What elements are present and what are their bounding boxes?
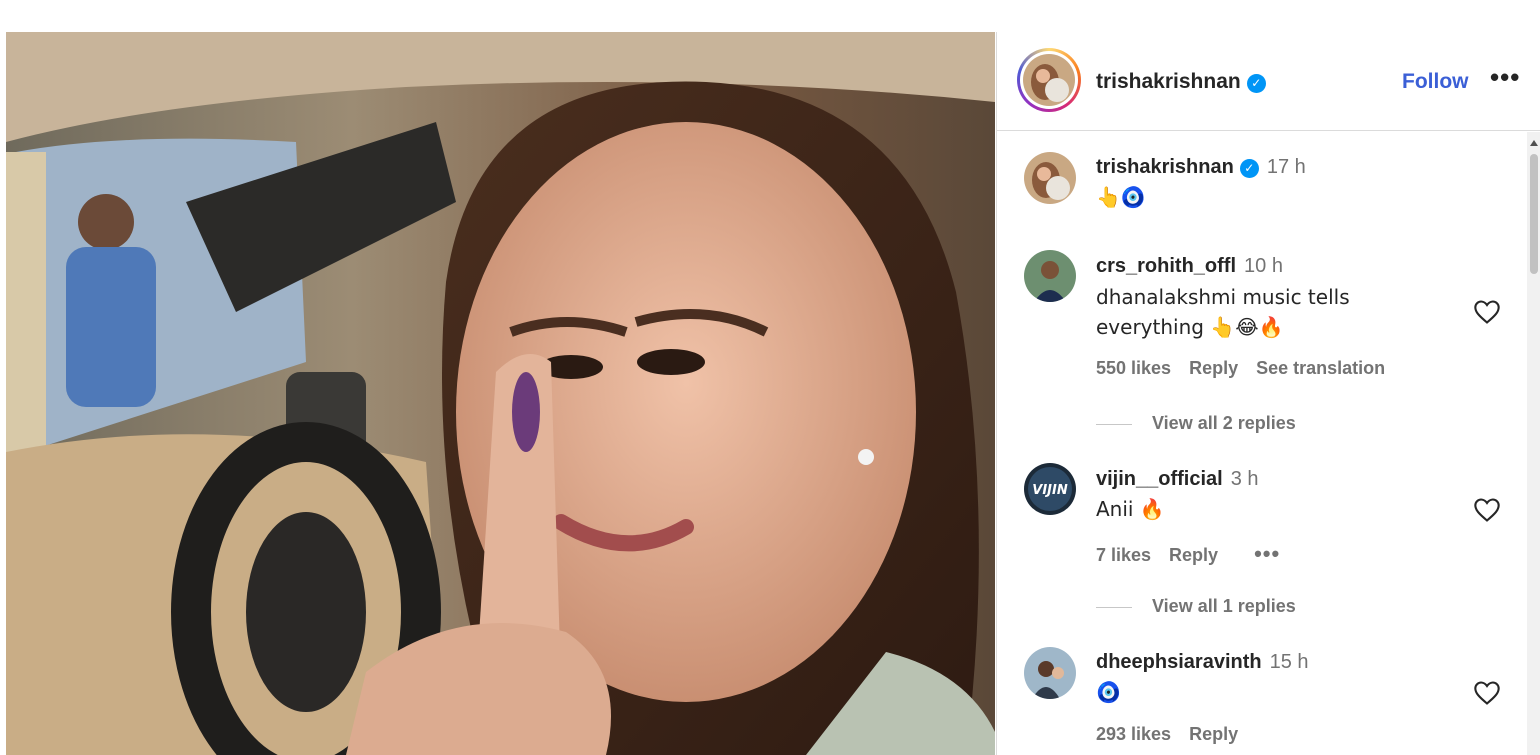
comment-meta: 7 likes Reply ••• bbox=[1096, 541, 1298, 567]
verified-badge-icon: ✓ bbox=[1239, 159, 1259, 178]
comment-text: Anii 🔥 bbox=[1096, 497, 1165, 521]
comment-more-options-icon[interactable]: ••• bbox=[1254, 541, 1280, 566]
comment-username[interactable]: vijin__official 3 h bbox=[1096, 468, 1259, 491]
heart-icon[interactable] bbox=[1473, 680, 1501, 706]
comment-avatar-image bbox=[1024, 647, 1076, 699]
view-replies-button[interactable]: View all 1 replies bbox=[1096, 596, 1296, 617]
caption-avatar-image bbox=[1024, 152, 1076, 204]
view-replies-label[interactable]: View all 1 replies bbox=[1152, 596, 1296, 616]
comment-username-text[interactable]: crs_rohith_offl bbox=[1096, 255, 1236, 277]
author-avatar bbox=[1023, 54, 1075, 106]
comment-text: dhanalakshmi music tells everything 👆😂🔥 bbox=[1096, 285, 1350, 339]
reply-button[interactable]: Reply bbox=[1189, 358, 1238, 378]
comment-time[interactable]: 10 h bbox=[1244, 255, 1283, 277]
comment-username-text[interactable]: vijin__official bbox=[1096, 468, 1223, 490]
post-header: trishakrishnan ✓ Follow ••• bbox=[997, 32, 1540, 131]
comments-scrollbar[interactable] bbox=[1527, 132, 1540, 755]
comment-username-text[interactable]: dheephsiaravinth bbox=[1096, 651, 1262, 673]
post-photo[interactable] bbox=[6, 32, 995, 755]
vijin-avatar-text: VIJIN bbox=[1032, 483, 1068, 498]
scroll-up-arrow-icon[interactable] bbox=[1530, 140, 1538, 146]
author-username-text[interactable]: trishakrishnan bbox=[1096, 70, 1241, 93]
comment-username[interactable]: dheephsiaravinth 15 h bbox=[1096, 651, 1309, 674]
reply-button[interactable]: Reply bbox=[1169, 545, 1218, 565]
comment-time[interactable]: 15 h bbox=[1270, 651, 1309, 673]
caption-username[interactable]: trishakrishnan ✓ 17 h bbox=[1096, 156, 1306, 179]
view-replies-button[interactable]: View all 2 replies bbox=[1096, 413, 1296, 434]
comment-meta: 293 likes Reply bbox=[1096, 724, 1256, 745]
caption-avatar[interactable] bbox=[1024, 152, 1076, 204]
reply-button[interactable]: Reply bbox=[1189, 724, 1238, 744]
comments-panel: trishakrishnan ✓ Follow ••• trishakrishna… bbox=[996, 32, 1540, 755]
post-image bbox=[6, 32, 995, 755]
comment-avatar-image bbox=[1024, 250, 1076, 302]
caption-time[interactable]: 17 h bbox=[1267, 156, 1306, 178]
author-avatar-story-ring[interactable] bbox=[1017, 48, 1081, 112]
replies-divider bbox=[1096, 606, 1132, 608]
heart-icon[interactable] bbox=[1473, 497, 1501, 523]
comments-list: trishakrishnan ✓ 17 h 👆🧿 crs_rohith_offl 10… bbox=[997, 132, 1527, 755]
replies-divider bbox=[1096, 423, 1132, 425]
more-options-icon[interactable]: ••• bbox=[1490, 62, 1520, 93]
follow-button[interactable]: Follow bbox=[1402, 70, 1469, 94]
view-replies-label[interactable]: View all 2 replies bbox=[1152, 413, 1296, 433]
scrollbar-thumb[interactable] bbox=[1530, 154, 1538, 274]
comment-likes[interactable]: 293 likes bbox=[1096, 724, 1171, 744]
caption-text: 👆🧿 bbox=[1096, 185, 1146, 209]
see-translation-button[interactable]: See translation bbox=[1256, 358, 1385, 378]
comment-avatar[interactable] bbox=[1024, 647, 1076, 699]
caption-username-text[interactable]: trishakrishnan bbox=[1096, 156, 1234, 178]
comment-likes[interactable]: 550 likes bbox=[1096, 358, 1171, 378]
comment-avatar[interactable] bbox=[1024, 250, 1076, 302]
comment-avatar-image: VIJIN bbox=[1024, 463, 1076, 515]
comment-username[interactable]: crs_rohith_offl 10 h bbox=[1096, 255, 1283, 278]
comment-likes[interactable]: 7 likes bbox=[1096, 545, 1151, 565]
comment-meta: 550 likes Reply See translation bbox=[1096, 358, 1403, 379]
verified-badge-icon: ✓ bbox=[1246, 74, 1266, 93]
comment-avatar[interactable]: VIJIN bbox=[1024, 463, 1076, 515]
comment-text: 🧿 bbox=[1096, 680, 1121, 704]
heart-icon[interactable] bbox=[1473, 299, 1501, 325]
comment-time[interactable]: 3 h bbox=[1231, 468, 1259, 490]
author-username[interactable]: trishakrishnan ✓ bbox=[1096, 70, 1266, 94]
